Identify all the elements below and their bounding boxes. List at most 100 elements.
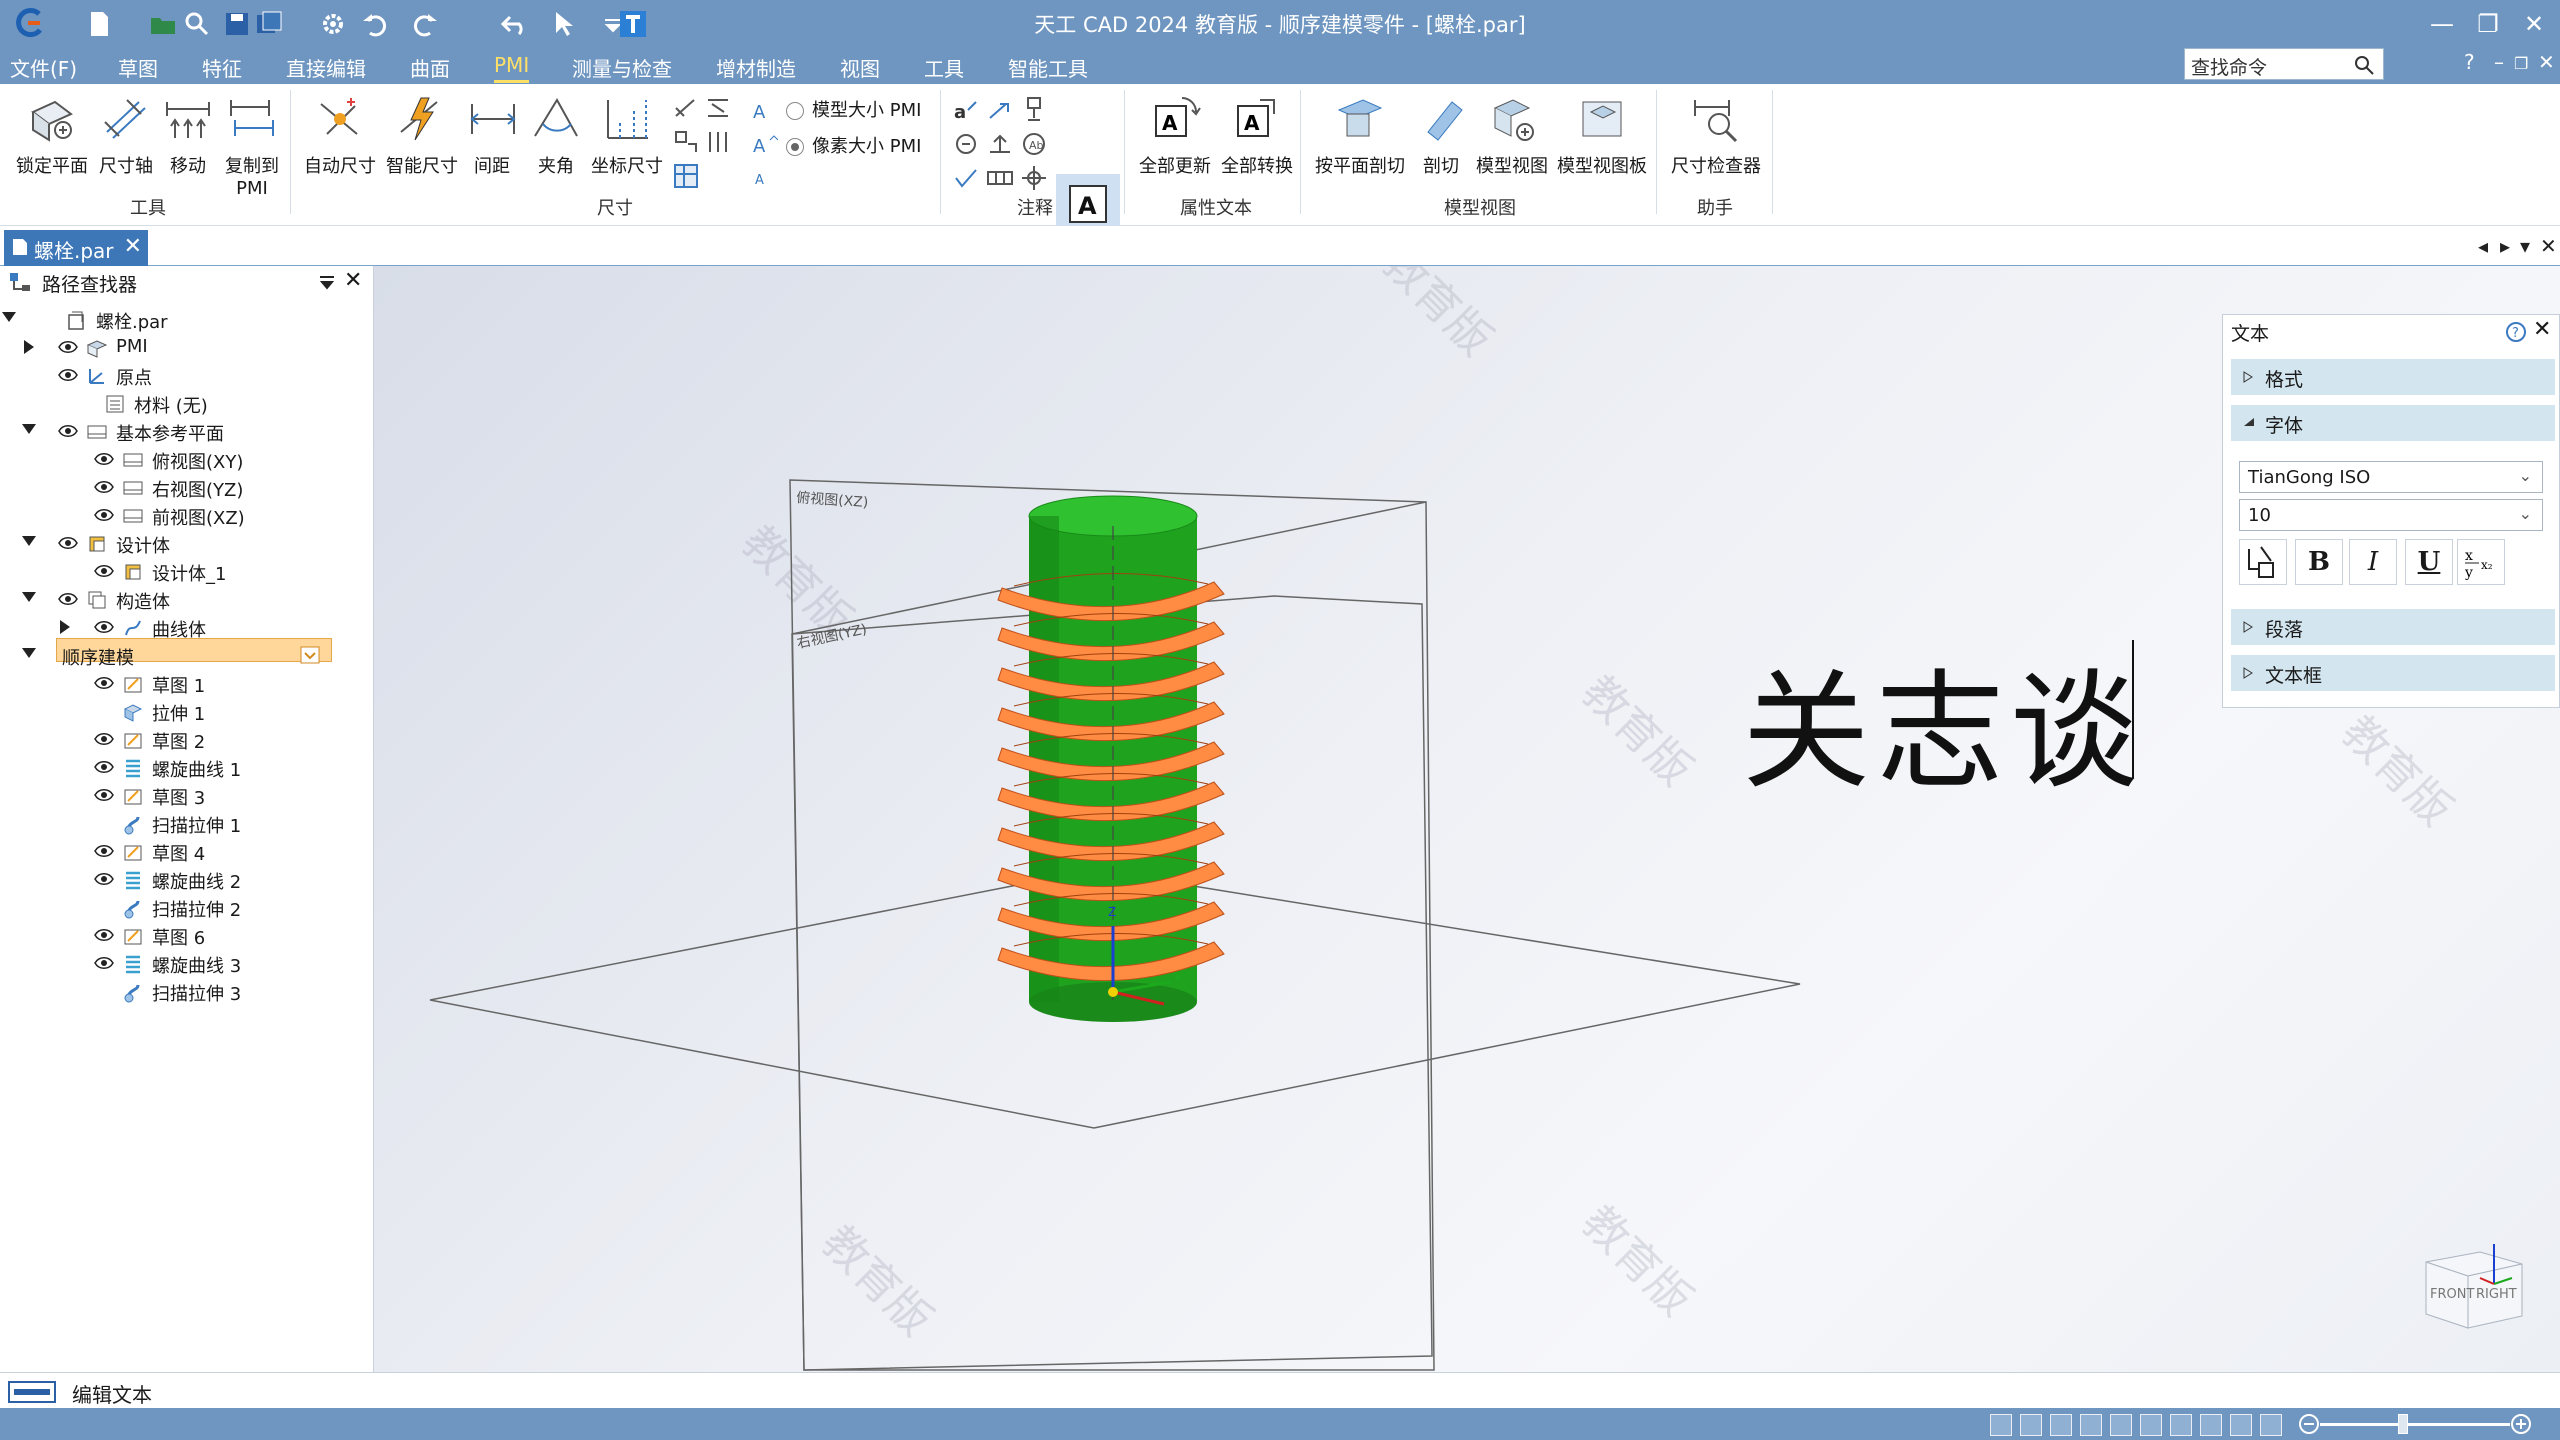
- menu-measure[interactable]: 测量与检查: [572, 53, 672, 82]
- tree-item[interactable]: 草图 2: [0, 726, 370, 754]
- document-tab-close-button[interactable]: ✕: [124, 234, 142, 259]
- menu-feature[interactable]: 特征: [202, 53, 242, 82]
- surface-texture-icon[interactable]: [952, 130, 980, 158]
- menu-direct-edit[interactable]: 直接编辑: [286, 53, 366, 82]
- collapse-arrow-icon[interactable]: [24, 340, 34, 354]
- zoom-slider-track[interactable]: [2320, 1423, 2510, 1426]
- minimize-button[interactable]: —: [2420, 6, 2464, 42]
- model-size-pmi-option[interactable]: 模型大小 PMI: [786, 96, 921, 122]
- view-tool-icon[interactable]: [2050, 1414, 2072, 1436]
- tree-item[interactable]: 原点: [0, 362, 370, 390]
- view-cube-front-label[interactable]: FRONT: [2430, 1287, 2474, 1302]
- distance-button[interactable]: 间距: [466, 92, 518, 178]
- search-icon[interactable]: [2353, 54, 2375, 76]
- section-format[interactable]: 格式: [2231, 359, 2555, 395]
- pixel-size-radio[interactable]: [786, 138, 804, 156]
- italic-button[interactable]: I: [2349, 539, 2397, 585]
- command-search-input[interactable]: 查找命令: [2184, 48, 2384, 80]
- tree-item[interactable]: 螺旋曲线 2: [0, 866, 370, 894]
- zoom-out-icon[interactable]: [2298, 1413, 2320, 1435]
- auto-dimension-button[interactable]: 自动尺寸: [302, 92, 378, 178]
- view-tool-icon[interactable]: [2110, 1414, 2132, 1436]
- callout-icon[interactable]: a: [952, 96, 980, 124]
- tree-item[interactable]: 材料 (无): [0, 390, 370, 418]
- visibility-eye-icon[interactable]: [94, 927, 114, 943]
- lock-plane-button[interactable]: 锁定平面: [12, 92, 92, 178]
- text-panel-close-button[interactable]: ✕: [2533, 317, 2551, 342]
- section-by-plane-button[interactable]: 按平面剖切: [1310, 92, 1410, 178]
- font-size-select[interactable]: 10 ⌄: [2239, 499, 2543, 531]
- view-tool-icon[interactable]: [2260, 1414, 2282, 1436]
- view-tool-icon[interactable]: [2140, 1414, 2162, 1436]
- center-mark-icon[interactable]: [1020, 164, 1048, 192]
- tree-item[interactable]: 设计体_1: [0, 558, 370, 586]
- tree-item[interactable]: 基本参考平面: [0, 418, 370, 446]
- dim-style-icon[interactable]: [672, 94, 700, 122]
- bold-button[interactable]: B: [2295, 539, 2343, 585]
- tree-item[interactable]: 右视图(YZ): [0, 474, 370, 502]
- tree-item[interactable]: 扫描拉伸 1: [0, 810, 370, 838]
- visibility-eye-icon[interactable]: [94, 731, 114, 747]
- help-button[interactable]: ?: [2464, 50, 2475, 74]
- visibility-eye-icon[interactable]: [58, 591, 78, 607]
- view-tool-icon[interactable]: [1990, 1414, 2012, 1436]
- expand-arrow-icon[interactable]: [22, 648, 36, 658]
- tree-item[interactable]: PMI: [0, 334, 370, 362]
- expand-arrow-icon[interactable]: [2, 312, 16, 322]
- model-size-radio[interactable]: [786, 102, 804, 120]
- visibility-eye-icon[interactable]: [94, 787, 114, 803]
- tree-item[interactable]: 顺序建模: [0, 642, 370, 670]
- tree-item[interactable]: 草图 3: [0, 782, 370, 810]
- menu-additive[interactable]: 增材制造: [716, 53, 796, 82]
- view-cube-right-label[interactable]: RIGHT: [2476, 1287, 2517, 1302]
- dim-space-icon[interactable]: [704, 128, 732, 156]
- dimension-axis-button[interactable]: 尺寸轴: [94, 92, 158, 178]
- underline-button[interactable]: U: [2405, 539, 2453, 585]
- visibility-eye-icon[interactable]: [94, 451, 114, 467]
- view-tool-icon[interactable]: [2020, 1414, 2042, 1436]
- smart-dimension-button[interactable]: 智能尺寸: [382, 92, 462, 178]
- dim-table-icon[interactable]: [672, 162, 700, 190]
- maximize-button[interactable]: ❐: [2466, 6, 2510, 42]
- model-view-panel-button[interactable]: 模型视图板: [1554, 92, 1650, 178]
- visibility-eye-icon[interactable]: [94, 507, 114, 523]
- expand-arrow-icon[interactable]: [22, 424, 36, 434]
- visibility-eye-icon[interactable]: [94, 563, 114, 579]
- weld-symbol-icon[interactable]: [986, 130, 1014, 158]
- seq-options-icon[interactable]: [300, 646, 320, 664]
- text-grow-icon[interactable]: A: [750, 130, 778, 158]
- annotation-text-edit[interactable]: 关志谈: [1742, 628, 2144, 813]
- visibility-eye-icon[interactable]: [94, 479, 114, 495]
- leader-icon[interactable]: [986, 96, 1014, 124]
- tree-item[interactable]: 草图 1: [0, 670, 370, 698]
- visibility-eye-icon[interactable]: [94, 955, 114, 971]
- menu-view[interactable]: 视图: [840, 53, 880, 82]
- command-bar-icon[interactable]: [8, 1381, 56, 1403]
- visibility-eye-icon[interactable]: [58, 535, 78, 551]
- font-family-select[interactable]: TianGong ISO ⌄: [2239, 461, 2543, 493]
- pathfinder-close-button[interactable]: ✕: [344, 268, 362, 293]
- tree-item[interactable]: 螺栓.par: [0, 306, 370, 334]
- doc-minimize-button[interactable]: –: [2494, 50, 2504, 74]
- model-view-button[interactable]: 模型视图: [1474, 92, 1550, 178]
- view-tool-icon[interactable]: [2230, 1414, 2252, 1436]
- balloon-icon[interactable]: Ab: [1020, 130, 1048, 158]
- tree-item[interactable]: 草图 6: [0, 922, 370, 950]
- tree-item[interactable]: 拉伸 1: [0, 698, 370, 726]
- doc-close-button[interactable]: ✕: [2538, 50, 2555, 74]
- coordinate-dimension-button[interactable]: 坐标尺寸: [590, 92, 664, 178]
- menu-smart-tools[interactable]: 智能工具: [1008, 53, 1088, 82]
- update-all-button[interactable]: A 全部更新: [1136, 92, 1214, 178]
- section-font[interactable]: 字体: [2231, 405, 2555, 441]
- section-paragraph[interactable]: 段落: [2231, 609, 2555, 645]
- zoom-in-icon[interactable]: [2510, 1413, 2532, 1435]
- menu-tools[interactable]: 工具: [924, 53, 964, 82]
- text-color-button[interactable]: [2239, 539, 2287, 585]
- tree-item[interactable]: 扫描拉伸 3: [0, 978, 370, 1006]
- expand-arrow-icon[interactable]: [22, 592, 36, 602]
- tab-list-button[interactable]: ▾: [2520, 234, 2530, 258]
- tab-close-all-button[interactable]: ✕: [2540, 234, 2557, 258]
- visibility-eye-icon[interactable]: [58, 423, 78, 439]
- tree-item[interactable]: 草图 4: [0, 838, 370, 866]
- text-size-icon[interactable]: A: [750, 96, 778, 124]
